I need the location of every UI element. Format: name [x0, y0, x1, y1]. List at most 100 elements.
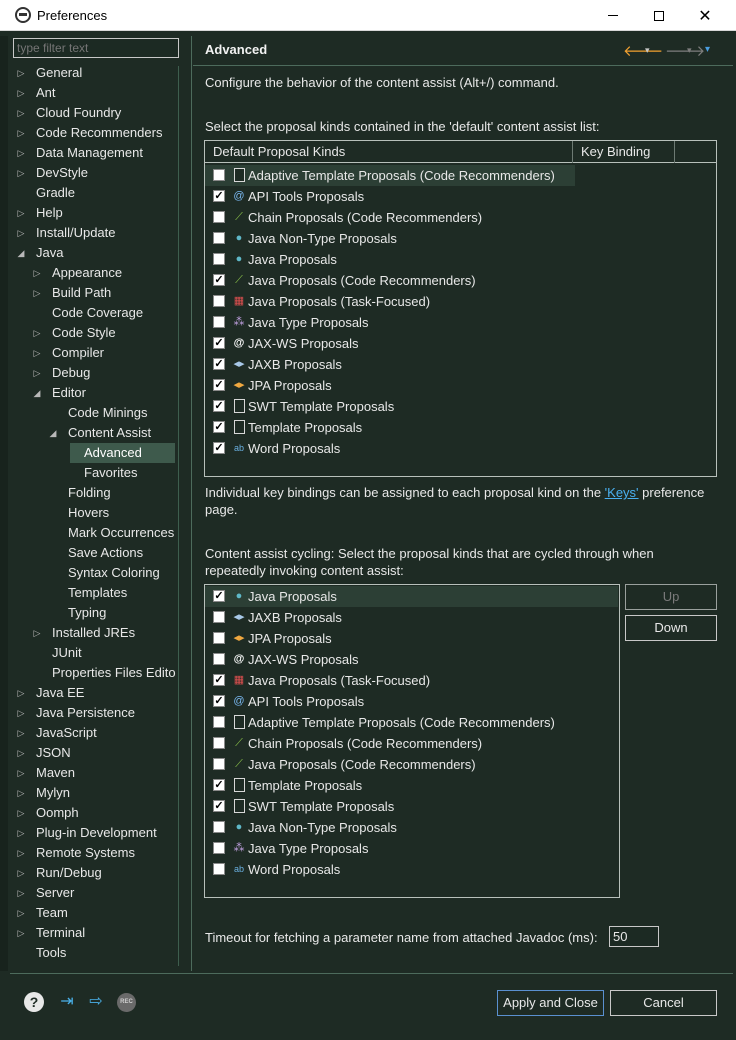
proposal-row[interactable]: ⁂ Java Type Proposals [205, 838, 618, 859]
help-icon[interactable]: ? [24, 992, 44, 1012]
tree-item[interactable]: ◢ Editor [10, 383, 178, 403]
collapsed-arrow-icon[interactable]: ▷ [16, 703, 26, 723]
checkbox-checked[interactable]: ✓ [213, 800, 225, 812]
tree-item[interactable]: Code Coverage [10, 303, 178, 323]
back-arrow-icon[interactable]: 🡐 [623, 41, 663, 60]
checkbox-checked[interactable]: ✓ [213, 358, 225, 370]
tree-item[interactable]: ▷ Oomph [10, 803, 178, 823]
checkbox-unchecked[interactable] [213, 211, 225, 223]
checkbox-unchecked[interactable] [213, 821, 225, 833]
collapsed-arrow-icon[interactable]: ▷ [16, 123, 26, 143]
tree-item[interactable]: ▷ Compiler [10, 343, 178, 363]
proposal-row[interactable]: Adaptive Template Proposals (Code Recomm… [205, 712, 618, 733]
collapsed-arrow-icon[interactable]: ▷ [32, 283, 42, 303]
apply-and-close-button[interactable]: Apply and Close [497, 990, 604, 1016]
tree-item[interactable]: Syntax Coloring [10, 563, 178, 583]
tree-item[interactable]: Folding [10, 483, 178, 503]
proposal-row[interactable]: ✓ SWT Template Proposals [205, 396, 575, 417]
checkbox-unchecked[interactable] [213, 653, 225, 665]
checkbox-checked[interactable]: ✓ [213, 337, 225, 349]
checkbox-unchecked[interactable] [213, 232, 225, 244]
proposal-row[interactable]: ● Java Non-Type Proposals [205, 817, 618, 838]
proposal-row[interactable]: ✓ ◂▸ JAXB Proposals [205, 354, 575, 375]
filter-input[interactable] [13, 38, 179, 58]
tree-item[interactable]: ▷ JavaScript [10, 723, 178, 743]
proposal-row[interactable]: ✓ ◂▸ JPA Proposals [205, 375, 575, 396]
tree-item[interactable]: ▷ Code Recommenders [10, 123, 178, 143]
tree-item[interactable]: Mark Occurrences [10, 523, 178, 543]
tree-item[interactable]: ▷ Help [10, 203, 178, 223]
tree-item[interactable]: Properties Files Edito [10, 663, 178, 683]
collapsed-arrow-icon[interactable]: ▷ [16, 883, 26, 903]
collapsed-arrow-icon[interactable]: ▷ [16, 763, 26, 783]
tree-item[interactable]: ▷ Java Persistence [10, 703, 178, 723]
tree-item[interactable]: ▷ Plug-in Development [10, 823, 178, 843]
collapsed-arrow-icon[interactable]: ▷ [32, 343, 42, 363]
tree-item[interactable]: ▷ Debug [10, 363, 178, 383]
collapsed-arrow-icon[interactable]: ▷ [16, 63, 26, 83]
checkbox-unchecked[interactable] [213, 169, 225, 181]
record-icon[interactable]: REC [117, 993, 136, 1012]
tree-item[interactable]: Save Actions [10, 543, 178, 563]
tree-item[interactable]: Advanced [10, 443, 178, 463]
tree-item[interactable]: ▷ Terminal [10, 923, 178, 943]
proposal-row[interactable]: ab Word Proposals [205, 859, 618, 880]
tree-item[interactable]: ◢ Content Assist [10, 423, 178, 443]
collapsed-arrow-icon[interactable]: ▷ [16, 223, 26, 243]
tree-item[interactable]: ▷ General [10, 63, 178, 83]
proposal-row[interactable]: ● Java Non-Type Proposals [205, 228, 575, 249]
tree-item[interactable]: ▷ Ant [10, 83, 178, 103]
collapsed-arrow-icon[interactable]: ▷ [16, 203, 26, 223]
checkbox-checked[interactable]: ✓ [213, 674, 225, 686]
collapsed-arrow-icon[interactable]: ▷ [16, 683, 26, 703]
expanded-arrow-icon[interactable]: ◢ [16, 243, 26, 263]
tree-item[interactable]: ▷ Cloud Foundry [10, 103, 178, 123]
tree-item[interactable]: Hovers [10, 503, 178, 523]
tree-item[interactable]: ▷ Build Path [10, 283, 178, 303]
proposal-row[interactable]: ✓ ab Word Proposals [205, 438, 575, 459]
proposal-row[interactable]: ✓ SWT Template Proposals [205, 796, 618, 817]
checkbox-checked[interactable]: ✓ [213, 590, 225, 602]
tree-item[interactable]: Gradle [10, 183, 178, 203]
tree-item[interactable]: ▷ Run/Debug [10, 863, 178, 883]
proposal-row[interactable]: ✓ @ API Tools Proposals [205, 691, 618, 712]
tree-item[interactable]: ▷ Installed JREs [10, 623, 178, 643]
collapsed-arrow-icon[interactable]: ▷ [16, 103, 26, 123]
proposal-row[interactable]: ✓ Template Proposals [205, 417, 575, 438]
collapsed-arrow-icon[interactable]: ▷ [16, 743, 26, 763]
collapsed-arrow-icon[interactable]: ▷ [16, 143, 26, 163]
proposal-row[interactable]: ⟋ Chain Proposals (Code Recommenders) [205, 733, 618, 754]
collapsed-arrow-icon[interactable]: ▷ [16, 843, 26, 863]
proposal-row[interactable]: ▦ Java Proposals (Task-Focused) [205, 291, 575, 312]
close-button[interactable]: ✕ [682, 0, 728, 31]
tree-item[interactable]: JUnit [10, 643, 178, 663]
proposal-row[interactable]: ⟋ Java Proposals (Code Recommenders) [205, 754, 618, 775]
tree-item[interactable]: ▷ Remote Systems [10, 843, 178, 863]
proposal-row[interactable]: ◂▸ JPA Proposals [205, 628, 618, 649]
view-menu-icon[interactable]: ▾ [705, 44, 710, 55]
panel-divider[interactable] [191, 36, 192, 971]
minimize-button[interactable] [590, 0, 636, 31]
tree-item[interactable]: ▷ Mylyn [10, 783, 178, 803]
proposal-row[interactable]: ● Java Proposals [205, 249, 575, 270]
checkbox-unchecked[interactable] [213, 632, 225, 644]
keys-link[interactable]: 'Keys' [605, 485, 639, 500]
collapsed-arrow-icon[interactable]: ▷ [16, 863, 26, 883]
tree-item[interactable]: Code Minings [10, 403, 178, 423]
proposal-row[interactable]: ⟋ Chain Proposals (Code Recommenders) [205, 207, 575, 228]
tree-item[interactable]: ▷ Server [10, 883, 178, 903]
checkbox-unchecked[interactable] [213, 316, 225, 328]
checkbox-checked[interactable]: ✓ [213, 190, 225, 202]
checkbox-unchecked[interactable] [213, 253, 225, 265]
tree-item[interactable]: ◢ Java [10, 243, 178, 263]
proposal-row[interactable]: ✓ ⟋ Java Proposals (Code Recommenders) [205, 270, 575, 291]
tree-item[interactable]: ▷ Code Style [10, 323, 178, 343]
tree-item[interactable]: ▷ DevStyle [10, 163, 178, 183]
checkbox-unchecked[interactable] [213, 611, 225, 623]
tree-item[interactable]: Typing [10, 603, 178, 623]
import-icon[interactable]: ⇥ [56, 992, 78, 1012]
checkbox-checked[interactable]: ✓ [213, 379, 225, 391]
tree-item[interactable]: ▷ Java EE [10, 683, 178, 703]
collapsed-arrow-icon[interactable]: ▷ [32, 623, 42, 643]
collapsed-arrow-icon[interactable]: ▷ [32, 263, 42, 283]
